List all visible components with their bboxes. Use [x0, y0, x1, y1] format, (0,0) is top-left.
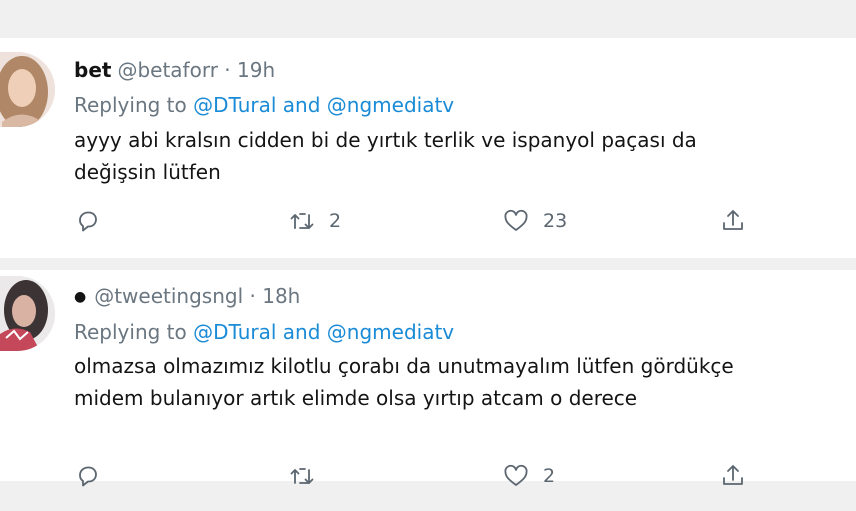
retweet-icon [289, 464, 315, 488]
tweet-separator [0, 258, 856, 270]
like-button[interactable]: 2 [503, 456, 555, 496]
reply-feed: bet @betaforr · 19h Replying to @DTural a… [0, 38, 856, 487]
reply-button[interactable] [76, 456, 100, 496]
replying-to: Replying to @DTural and @ngmediatv [74, 93, 454, 117]
tweet-actions: 2 [0, 456, 856, 496]
replying-prefix: Replying to [74, 320, 187, 344]
retweet-count: 2 [329, 210, 342, 232]
tweet-text-line: midem bulanıyor artık elimde olsa yırtıp… [74, 386, 638, 410]
tweet-text-line: olmazsa olmazımız kilotlu çorabı da unut… [74, 354, 734, 378]
avatar[interactable] [0, 276, 55, 351]
mention-and[interactable]: and [283, 320, 321, 344]
tweet-text-line: ayyy abi kralsın cidden bi de yırtık ter… [74, 128, 697, 152]
reply-button[interactable] [76, 201, 100, 241]
mention-ngmediatv[interactable]: @ngmediatv [327, 320, 454, 344]
retweet-icon [289, 209, 315, 233]
tweet-text-line: değişsin lütfen [74, 160, 221, 184]
like-count: 2 [543, 465, 556, 487]
replying-prefix: Replying to [74, 93, 187, 117]
replying-to: Replying to @DTural and @ngmediatv [74, 320, 454, 344]
handle[interactable]: @betaforr [117, 58, 217, 82]
mention-and[interactable]: and [283, 93, 321, 117]
retweet-button[interactable]: 2 [289, 201, 341, 241]
share-button[interactable] [720, 456, 746, 496]
retweet-button[interactable] [289, 456, 315, 496]
like-count: 23 [543, 210, 568, 232]
bullet-dot: ● [74, 289, 87, 305]
handle[interactable]: @tweetingsngl [94, 284, 243, 308]
tweet-header: bet @betaforr · 19h [74, 58, 275, 82]
tweet-1[interactable]: bet @betaforr · 19h Replying to @DTural a… [0, 38, 856, 258]
share-icon [720, 463, 746, 489]
heart-icon [503, 209, 529, 233]
share-button[interactable] [720, 201, 746, 241]
tweet-2[interactable]: ● @tweetingsngl · 18h Replying to @DTural… [0, 270, 856, 487]
mention-dtural[interactable]: @DTural [193, 93, 276, 117]
tweet-text: olmazsa olmazımız kilotlu çorabı da unut… [74, 350, 854, 414]
display-name[interactable]: bet [74, 58, 111, 82]
tweet-actions: 2 23 [0, 201, 856, 241]
reply-icon [76, 464, 100, 488]
timestamp[interactable]: · 19h [224, 58, 275, 82]
reply-icon [76, 209, 100, 233]
heart-icon [503, 464, 529, 488]
mention-ngmediatv[interactable]: @ngmediatv [327, 93, 454, 117]
like-button[interactable]: 23 [503, 201, 567, 241]
mention-dtural[interactable]: @DTural [193, 320, 276, 344]
share-icon [720, 208, 746, 234]
avatar[interactable] [0, 52, 55, 127]
timestamp[interactable]: · 18h [250, 284, 301, 308]
tweet-header: ● @tweetingsngl · 18h [74, 284, 300, 308]
tweet-text: ayyy abi kralsın cidden bi de yırtık ter… [74, 124, 854, 188]
